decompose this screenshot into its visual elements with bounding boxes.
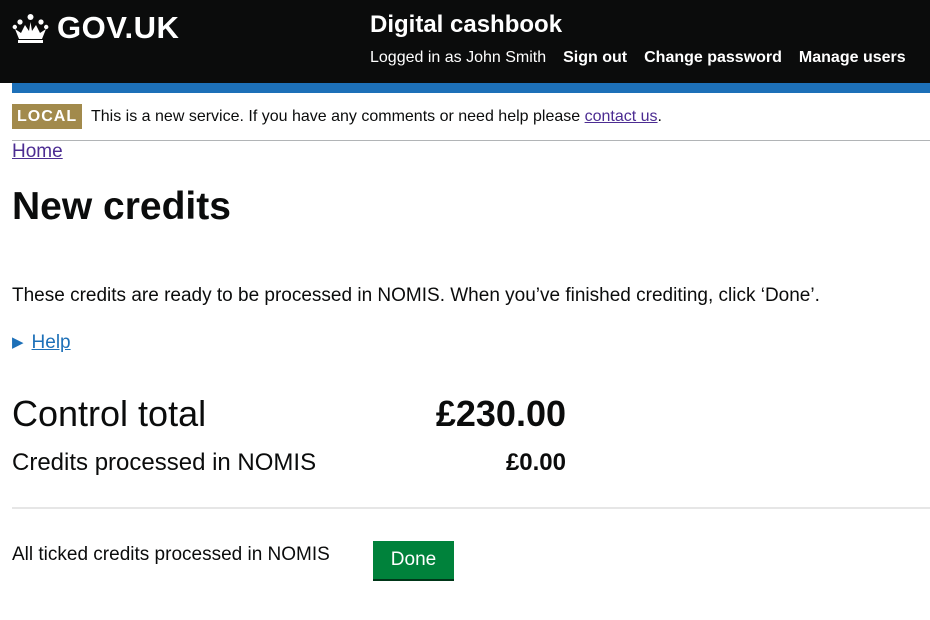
change-password-link[interactable]: Change password: [644, 49, 782, 67]
processed-label: Credits processed in NOMIS: [12, 449, 317, 476]
section-divider: [12, 507, 930, 509]
done-button[interactable]: Done: [373, 541, 454, 579]
done-form: All ticked credits processed in NOMIS Do…: [12, 541, 930, 581]
control-total-label: Control total: [12, 393, 207, 434]
help-toggle[interactable]: ▶ Help: [12, 330, 71, 356]
account-navigation: Logged in as John Smith Sign out Change …: [370, 49, 906, 67]
phase-banner: LOCAL This is a new service. If you have…: [12, 104, 930, 141]
phase-tag: LOCAL: [12, 104, 83, 129]
control-total-row: Control total £230.00: [12, 392, 566, 440]
crown-icon: [12, 14, 49, 43]
done-instruction-text: All ticked credits processed in NOMIS: [12, 544, 330, 565]
phase-banner-message: This is a new service. If you have any c…: [91, 108, 585, 125]
service-name[interactable]: Digital cashbook: [370, 11, 562, 39]
logged-in-as-text: Logged in as John Smith: [370, 49, 547, 66]
processed-total-row: Credits processed in NOMIS £0.00: [12, 440, 566, 480]
processed-value: £0.00: [505, 449, 566, 476]
breadcrumb-home-link[interactable]: Home: [12, 141, 63, 163]
govuk-logo-link[interactable]: GOV.UK: [12, 10, 180, 45]
manage-users-link[interactable]: Manage users: [799, 49, 906, 67]
page-title: New credits: [12, 185, 231, 228]
intro-text: These credits are ready to be processed …: [12, 285, 820, 306]
help-label: Help: [31, 332, 71, 353]
contact-us-link[interactable]: contact us: [585, 108, 658, 125]
control-total-value: £230.00: [435, 393, 566, 434]
header-accent-bar: [12, 83, 930, 93]
totals-summary: Control total £230.00 Credits processed …: [12, 392, 566, 480]
site-header: GOV.UK Digital cashbook Logged in as Joh…: [0, 0, 930, 83]
phase-banner-punctuation: .: [657, 108, 662, 125]
triangle-right-icon: ▶: [12, 334, 24, 351]
sign-out-link[interactable]: Sign out: [563, 49, 627, 67]
logo-text: GOV.UK: [57, 10, 180, 45]
phase-banner-text: This is a new service. If you have any c…: [91, 106, 662, 128]
